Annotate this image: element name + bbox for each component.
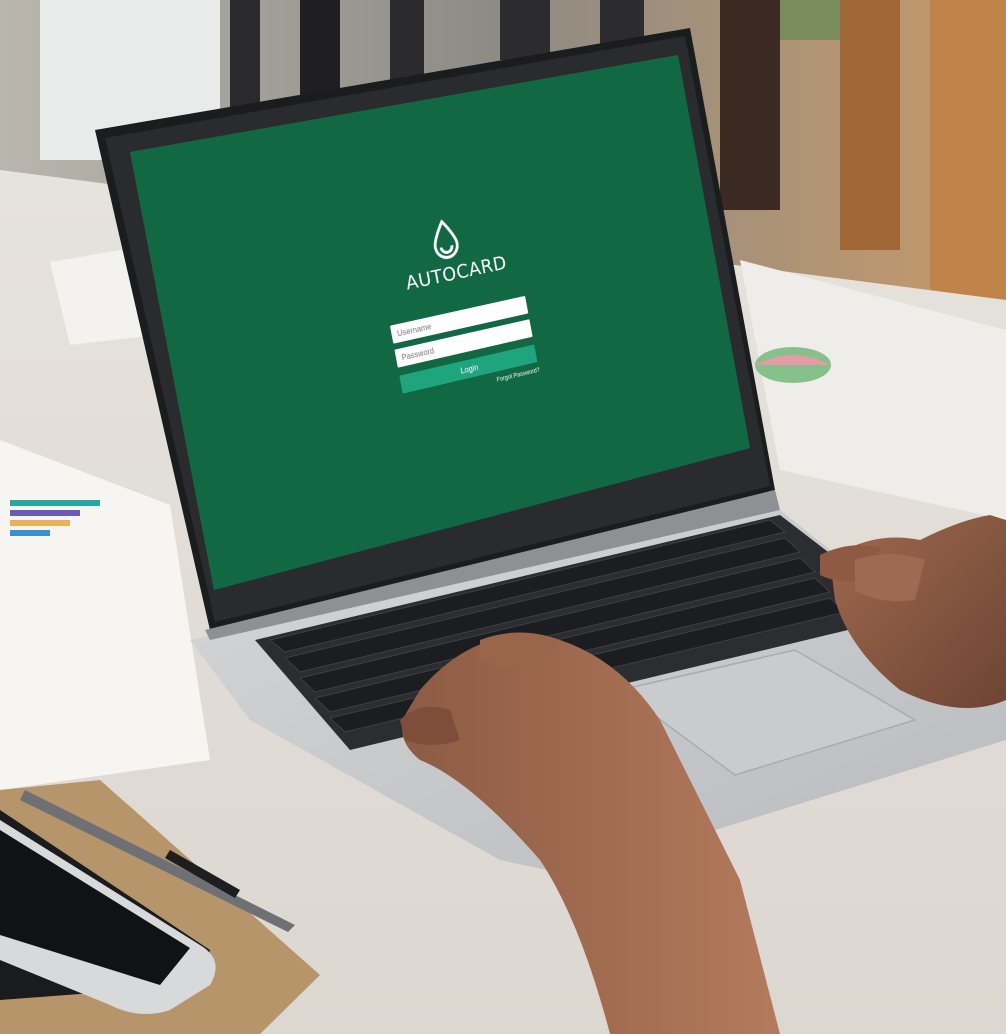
water-drop-icon <box>426 217 464 263</box>
brand-name: AUTOCARD <box>403 251 509 295</box>
logo: AUTOCARD <box>396 211 509 295</box>
